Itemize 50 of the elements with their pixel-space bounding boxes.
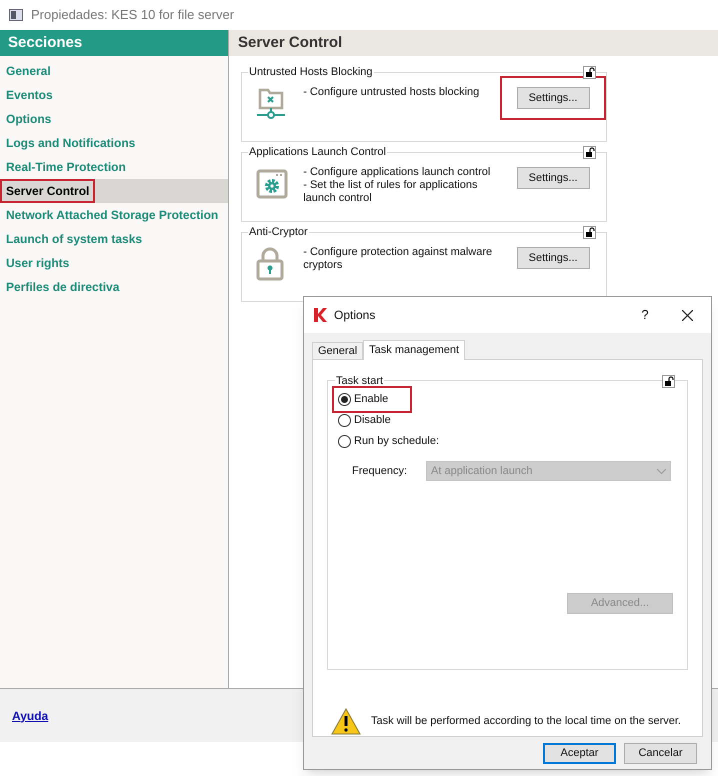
- group-title: Anti-Cryptor: [248, 224, 309, 240]
- group-title: Untrusted Hosts Blocking: [248, 64, 374, 80]
- sidebar-item[interactable]: General: [0, 59, 228, 83]
- help-button[interactable]: ?: [630, 305, 660, 325]
- radio-label: Enable: [354, 392, 388, 408]
- frequency-label: Frequency:: [352, 464, 408, 479]
- settings-button[interactable]: Settings...: [516, 167, 590, 189]
- sidebar-item[interactable]: Options: [0, 107, 228, 131]
- dialog-button[interactable]: Aceptar: [543, 743, 616, 764]
- sidebar-item[interactable]: User rights: [0, 251, 228, 275]
- radio-button[interactable]: [338, 393, 351, 406]
- sidebar-header: Secciones: [0, 30, 228, 56]
- help-link[interactable]: Ayuda: [12, 706, 48, 724]
- settings-button[interactable]: Settings...: [516, 87, 590, 109]
- sidebar-item[interactable]: Network Attached Storage Protection: [0, 203, 228, 227]
- radio-button[interactable]: [338, 435, 351, 448]
- padlock-icon[interactable]: [583, 66, 596, 79]
- padlock-icon: [256, 247, 284, 281]
- window-title: Propiedades: KES 10 for file server: [31, 6, 234, 24]
- dialog-button[interactable]: Cancelar: [624, 743, 697, 764]
- group-description: - Configure untrusted hosts blocking: [303, 86, 480, 99]
- radio-label: Disable: [354, 413, 391, 428]
- schedule-note: Task will be performed according to the local time on the server.: [371, 714, 681, 730]
- sidebar-item[interactable]: Real-Time Protection: [0, 155, 228, 179]
- warning-icon: [331, 708, 361, 735]
- folder-network-icon: [256, 88, 286, 120]
- settings-button[interactable]: Settings...: [516, 247, 590, 269]
- radio-button[interactable]: [338, 414, 351, 427]
- sidebar-item[interactable]: Server Control: [0, 179, 228, 203]
- group-description: - Set the list of rules for applications launch control: [303, 179, 478, 205]
- radio-label: Run by schedule:: [354, 434, 439, 450]
- group-title: Applications Launch Control: [248, 144, 387, 160]
- close-icon[interactable]: [682, 310, 693, 320]
- dialog-tab[interactable]: Task management: [363, 340, 466, 360]
- panel-header: Server Control: [229, 30, 718, 56]
- sidebar-item[interactable]: Eventos: [0, 83, 228, 107]
- sidebar-item[interactable]: Logs and Notifications: [0, 131, 228, 155]
- dialog-tab[interactable]: General: [312, 342, 364, 359]
- padlock-icon[interactable]: [662, 375, 675, 388]
- dialog-title: Options: [334, 307, 376, 324]
- padlock-icon[interactable]: [583, 226, 596, 239]
- chevron-down-icon: [657, 468, 666, 474]
- window-gear-icon: [256, 169, 288, 199]
- sidebar-item[interactable]: Perfiles de directiva: [0, 275, 228, 299]
- group-description: - Configure protection against malware cryptors: [303, 246, 494, 272]
- window-app-icon: [9, 9, 23, 21]
- app-logo-icon: [314, 308, 327, 322]
- padlock-icon[interactable]: [583, 146, 596, 159]
- group-description: - Configure applications launch control: [303, 166, 492, 179]
- sidebar-item[interactable]: Launch of system tasks: [0, 227, 228, 251]
